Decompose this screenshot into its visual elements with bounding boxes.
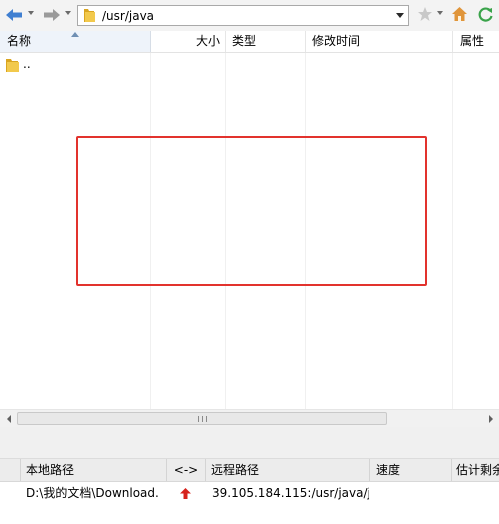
path-dropdown-button[interactable] [392,6,408,25]
scroll-right-button[interactable] [482,410,499,427]
folder-icon [84,9,95,22]
chevron-down-icon [396,13,404,18]
column-guide [452,53,453,409]
scroll-grip-icon [198,416,207,422]
queue-column-time-remaining[interactable]: 估计剩余 [456,459,499,481]
path-text: /usr/java [102,9,155,23]
column-divider[interactable] [205,459,206,481]
column-divider[interactable] [451,459,452,481]
queue-column-time-remaining-label: 估计剩余 [456,463,499,477]
transfer-queue-row[interactable]: D:\我的文档\Download. 39.105.184.115:/usr/ja… [0,482,499,504]
back-button[interactable] [3,5,25,25]
queue-local-path: D:\我的文档\Download. [26,486,159,500]
column-divider[interactable] [20,459,21,481]
file-list-header: 名称 大小 类型 修改时间 属性 [0,31,499,53]
forward-arrow-icon [44,9,60,21]
forward-history-dropdown[interactable] [65,11,71,15]
horizontal-scrollbar[interactable] [0,409,499,427]
column-attributes-label: 属性 [460,34,485,48]
column-modified[interactable]: 修改时间 [306,31,452,52]
refresh-button[interactable] [477,6,494,23]
column-type-label: 类型 [232,34,257,48]
back-arrow-icon [6,9,22,21]
scroll-left-button[interactable] [0,410,17,427]
column-name[interactable]: 名称 [0,31,151,52]
chevron-right-icon [488,414,493,423]
transfer-queue-header: 本地路径 <-> 远程路径 速度 估计剩余 [0,459,499,482]
queue-remote-path: 39.105.184.115:/usr/java/j.. [212,486,369,500]
queue-column-local-path-label: 本地路径 [26,463,75,477]
queue-column-speed-label: 速度 [376,463,401,477]
queue-column-remote-path-label: 远程路径 [211,463,260,477]
column-name-label: 名称 [7,34,32,48]
column-attributes[interactable]: 属性 [453,31,499,52]
chevron-left-icon [6,414,11,423]
sort-ascending-icon [71,32,79,37]
home-icon [452,7,467,21]
upload-arrow-icon [180,488,191,499]
home-button[interactable] [451,6,468,22]
path-input[interactable]: /usr/java [77,5,409,26]
selection-highlight-box [76,136,427,286]
star-icon [418,7,432,21]
back-history-dropdown[interactable] [28,11,34,15]
toolbar: /usr/java [0,0,499,32]
queue-column-speed[interactable]: 速度 [376,459,450,481]
file-name: .. [23,57,31,71]
bookmark-button[interactable] [417,6,433,22]
scroll-thumb[interactable] [17,412,387,425]
column-modified-label: 修改时间 [312,34,361,48]
queue-column-local-path[interactable]: 本地路径 [26,459,164,481]
column-type[interactable]: 类型 [226,31,305,52]
pane-splitter[interactable] [0,427,499,459]
forward-button[interactable] [41,5,63,25]
column-divider[interactable] [369,459,370,481]
queue-column-direction[interactable]: <-> [167,459,205,481]
queue-column-remote-path[interactable]: 远程路径 [211,459,367,481]
file-row-parent-directory[interactable]: .. [0,54,499,76]
column-size-label: 大小 [195,34,220,48]
folder-icon [6,59,19,72]
column-size[interactable]: 大小 [151,31,225,52]
refresh-icon [478,7,493,22]
queue-column-direction-label: <-> [173,463,199,477]
bookmark-dropdown[interactable] [437,11,443,15]
